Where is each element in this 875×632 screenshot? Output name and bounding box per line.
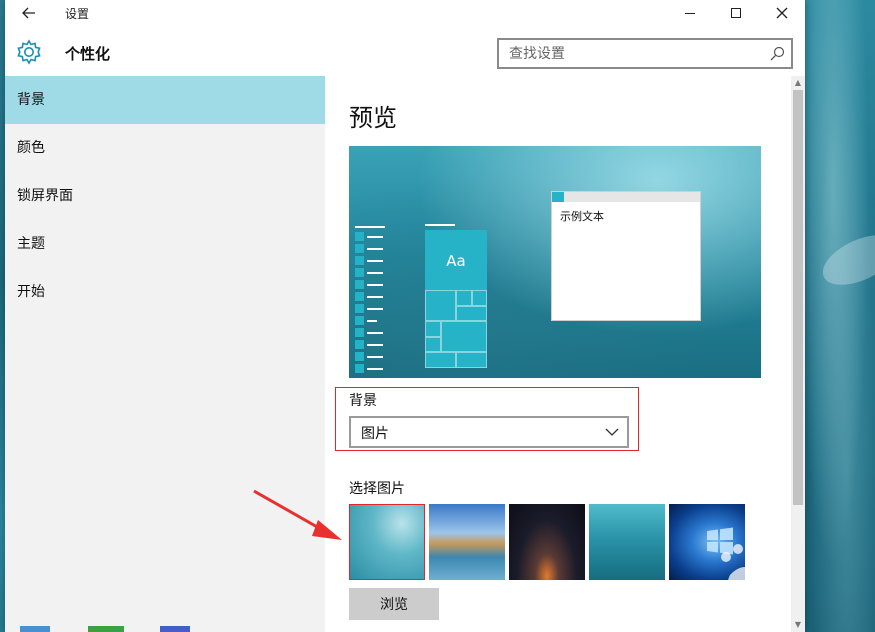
background-dropdown[interactable]: 图片	[349, 416, 629, 448]
annotation-arrow-icon	[253, 489, 342, 540]
sidebar-item-lock-screen[interactable]: 锁屏界面	[5, 172, 325, 220]
search-box[interactable]	[497, 38, 793, 69]
picture-thumb-underwater-swimmer[interactable]	[349, 504, 425, 580]
gear-icon	[17, 39, 41, 65]
back-button[interactable]	[15, 2, 43, 24]
browse-button[interactable]: 浏览	[349, 588, 439, 620]
sidebar-nav: 背景 颜色 锁屏界面 主题 开始	[5, 76, 325, 632]
arrow-left-icon	[22, 7, 35, 19]
close-button[interactable]	[759, 0, 805, 26]
preview-heading: 预览	[349, 104, 397, 132]
close-icon	[776, 7, 788, 19]
scrollbar-thumb[interactable]	[793, 90, 803, 505]
maximize-button[interactable]	[713, 0, 759, 26]
taskbar-item	[88, 626, 124, 632]
sidebar-item-themes[interactable]: 主题	[5, 220, 325, 268]
picture-thumb-underwater[interactable]	[589, 504, 665, 580]
title-bar: 设置	[5, 0, 805, 28]
minimize-icon	[685, 12, 695, 14]
search-input[interactable]	[499, 40, 759, 67]
page-title: 个性化	[65, 45, 111, 63]
preview-tiles-header	[425, 224, 455, 226]
sidebar-item-start[interactable]: 开始	[5, 268, 325, 316]
preview-sample-window: 示例文本	[551, 191, 701, 321]
maximize-icon	[731, 8, 741, 18]
sidebar-item-background[interactable]: 背景	[5, 76, 325, 124]
page-header: 个性化	[5, 28, 805, 76]
taskbar-item	[160, 626, 190, 632]
scroll-down-icon[interactable]: ▼	[791, 618, 805, 632]
preview-sample-text: 示例文本	[560, 210, 604, 223]
chevron-down-icon	[605, 428, 619, 436]
window-title: 设置	[65, 7, 90, 21]
background-label: 背景	[349, 393, 377, 409]
desktop-preview: Aa 示例文本	[349, 146, 761, 378]
search-icon[interactable]	[769, 46, 785, 62]
sidebar-item-colors[interactable]: 颜色	[5, 124, 325, 172]
minimize-button[interactable]	[667, 0, 713, 26]
taskbar-item	[20, 626, 50, 632]
preview-tile-text: Aa	[446, 252, 466, 270]
picture-thumb-night-sky[interactable]	[509, 504, 585, 580]
watermark-text: jingyan.baidu.com	[676, 593, 787, 607]
choose-picture-label: 选择图片	[349, 481, 405, 497]
scroll-up-icon[interactable]: ▲	[791, 76, 805, 90]
picture-thumb-beach-rocks[interactable]	[429, 504, 505, 580]
background-dropdown-value: 图片	[361, 426, 389, 442]
preview-start-tiles: Aa	[425, 230, 487, 368]
